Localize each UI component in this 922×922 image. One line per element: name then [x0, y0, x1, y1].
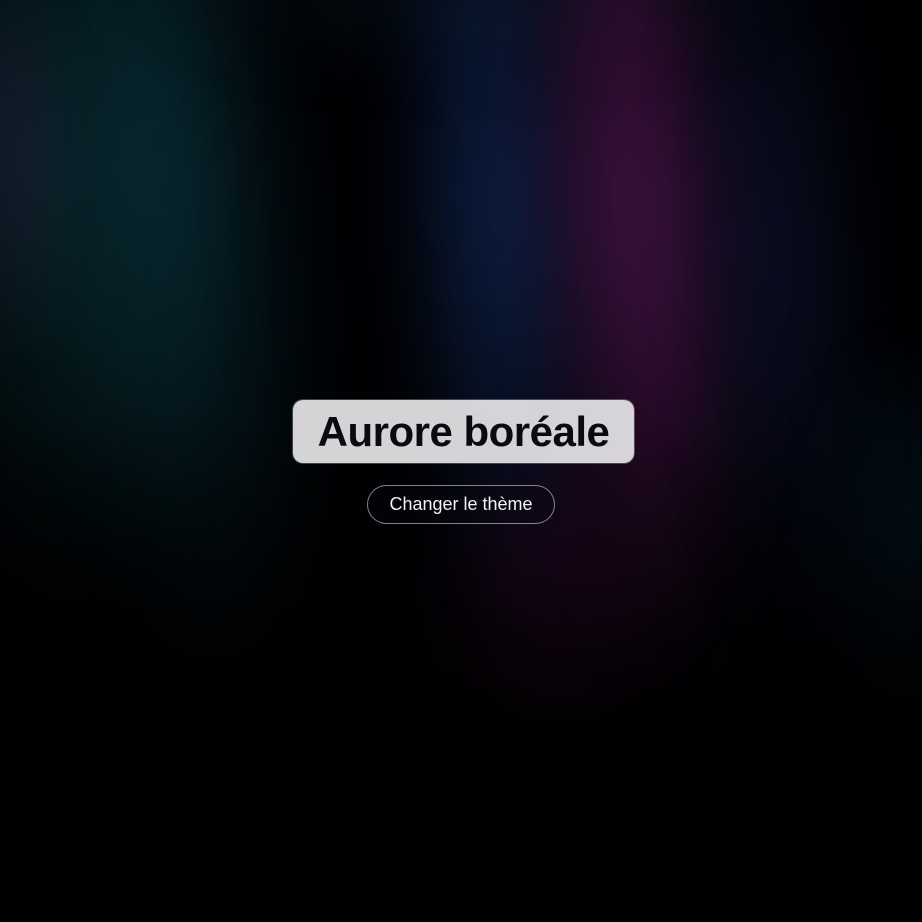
aurora-page: Aurore boréale Changer le thème	[0, 0, 922, 922]
page-title-box: Aurore boréale	[293, 400, 634, 463]
page-title: Aurore boréale	[317, 407, 610, 455]
change-theme-button[interactable]: Changer le thème	[367, 485, 555, 524]
